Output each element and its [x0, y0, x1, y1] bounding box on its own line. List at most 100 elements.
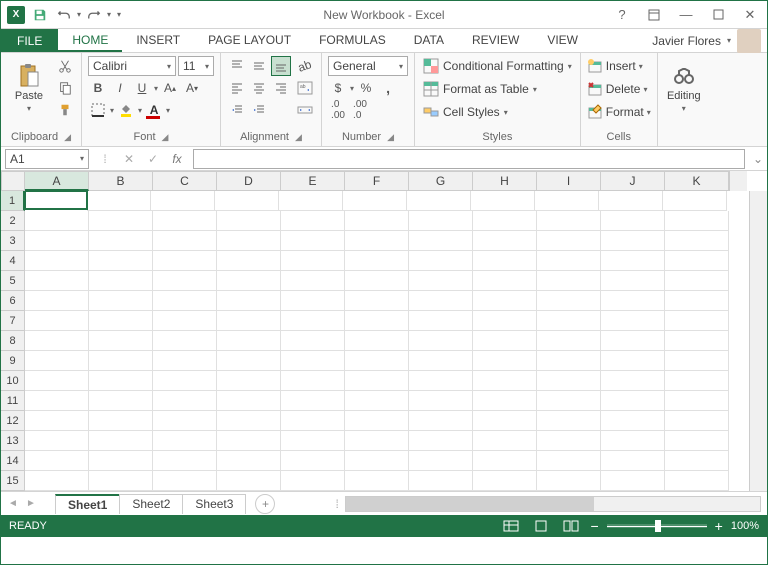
cell[interactable] — [217, 451, 281, 471]
row-header[interactable]: 8 — [1, 331, 25, 351]
cell[interactable] — [409, 251, 473, 271]
formula-input[interactable] — [193, 149, 745, 169]
row-header[interactable]: 4 — [1, 251, 25, 271]
cell[interactable] — [473, 291, 537, 311]
cell[interactable] — [281, 411, 345, 431]
cell[interactable] — [217, 471, 281, 491]
cell[interactable] — [153, 351, 217, 371]
copy-button[interactable] — [55, 78, 75, 98]
row-header[interactable]: 12 — [1, 411, 25, 431]
cell[interactable] — [409, 211, 473, 231]
cell[interactable] — [89, 431, 153, 451]
increase-indent-button[interactable] — [249, 100, 269, 120]
cell[interactable] — [89, 391, 153, 411]
cell[interactable] — [217, 411, 281, 431]
cell[interactable] — [281, 291, 345, 311]
cell[interactable] — [217, 431, 281, 451]
cell[interactable] — [537, 371, 601, 391]
cell[interactable] — [153, 411, 217, 431]
minimize-button[interactable]: — — [673, 5, 699, 25]
cell[interactable] — [89, 271, 153, 291]
cell[interactable] — [665, 391, 729, 411]
decrease-indent-button[interactable] — [227, 100, 247, 120]
cell[interactable] — [281, 451, 345, 471]
cell[interactable] — [345, 351, 409, 371]
cell[interactable] — [217, 391, 281, 411]
cell[interactable] — [601, 471, 665, 491]
cell[interactable] — [25, 451, 89, 471]
font-size-select[interactable]: 11▾ — [178, 56, 214, 76]
cell[interactable] — [25, 271, 89, 291]
cell[interactable] — [601, 331, 665, 351]
cell[interactable] — [151, 191, 215, 211]
cell[interactable] — [537, 251, 601, 271]
cell[interactable] — [665, 431, 729, 451]
dialog-launcher-icon[interactable]: ◢ — [162, 132, 169, 143]
row-header[interactable]: 11 — [1, 391, 25, 411]
cell[interactable] — [665, 351, 729, 371]
cell[interactable] — [665, 411, 729, 431]
cell[interactable] — [665, 311, 729, 331]
cell[interactable] — [473, 391, 537, 411]
paste-button[interactable]: Paste ▾ — [7, 56, 51, 120]
file-tab[interactable]: FILE — [1, 29, 58, 52]
currency-button[interactable]: $ — [328, 78, 348, 98]
cell[interactable] — [87, 191, 151, 211]
tab-data[interactable]: DATA — [400, 29, 458, 52]
cell[interactable] — [409, 451, 473, 471]
row-header[interactable]: 14 — [1, 451, 25, 471]
cut-button[interactable] — [55, 56, 75, 76]
column-header[interactable]: D — [217, 171, 281, 191]
increase-font-button[interactable]: A▴ — [160, 78, 180, 98]
redo-dropdown-icon[interactable]: ▾ — [107, 10, 111, 19]
cell[interactable] — [665, 291, 729, 311]
cell[interactable] — [345, 431, 409, 451]
cell[interactable] — [665, 271, 729, 291]
cell[interactable] — [345, 371, 409, 391]
cell[interactable] — [25, 231, 89, 251]
cell[interactable] — [89, 211, 153, 231]
cell[interactable] — [153, 211, 217, 231]
cell[interactable] — [89, 411, 153, 431]
cell[interactable] — [537, 471, 601, 491]
cell[interactable] — [473, 251, 537, 271]
undo-dropdown-icon[interactable]: ▾ — [77, 10, 81, 19]
sheet-tab[interactable]: Sheet3 — [182, 494, 246, 514]
ribbon-display-button[interactable] — [641, 5, 667, 25]
cell[interactable] — [601, 431, 665, 451]
cell[interactable] — [599, 191, 663, 211]
close-button[interactable]: ✕ — [737, 5, 763, 25]
cell[interactable] — [537, 451, 601, 471]
fill-color-button[interactable] — [116, 100, 136, 120]
sheet-nav-prev-button[interactable]: ◄ — [5, 496, 21, 512]
cell[interactable] — [217, 371, 281, 391]
cell[interactable] — [345, 451, 409, 471]
cell[interactable] — [25, 411, 89, 431]
row-header[interactable]: 7 — [1, 311, 25, 331]
cell[interactable] — [89, 251, 153, 271]
cell[interactable] — [345, 231, 409, 251]
cell[interactable] — [89, 291, 153, 311]
cell[interactable] — [153, 291, 217, 311]
cell[interactable] — [345, 271, 409, 291]
cell[interactable] — [537, 431, 601, 451]
cell[interactable] — [281, 271, 345, 291]
cell[interactable] — [473, 471, 537, 491]
cell[interactable] — [665, 211, 729, 231]
cell[interactable] — [471, 191, 535, 211]
cell[interactable] — [281, 311, 345, 331]
user-account[interactable]: Javier Flores ▾ — [652, 29, 767, 52]
cell[interactable] — [281, 471, 345, 491]
cell[interactable] — [663, 191, 727, 211]
cell[interactable] — [217, 251, 281, 271]
cell[interactable] — [473, 431, 537, 451]
cell[interactable] — [345, 251, 409, 271]
column-header[interactable]: B — [89, 171, 153, 191]
align-top-button[interactable] — [227, 56, 247, 76]
undo-button[interactable] — [53, 4, 75, 26]
page-break-view-button[interactable] — [560, 517, 582, 535]
cell[interactable] — [409, 471, 473, 491]
zoom-in-button[interactable]: + — [715, 518, 723, 534]
cell[interactable] — [473, 351, 537, 371]
app-icon[interactable]: X — [5, 4, 27, 26]
